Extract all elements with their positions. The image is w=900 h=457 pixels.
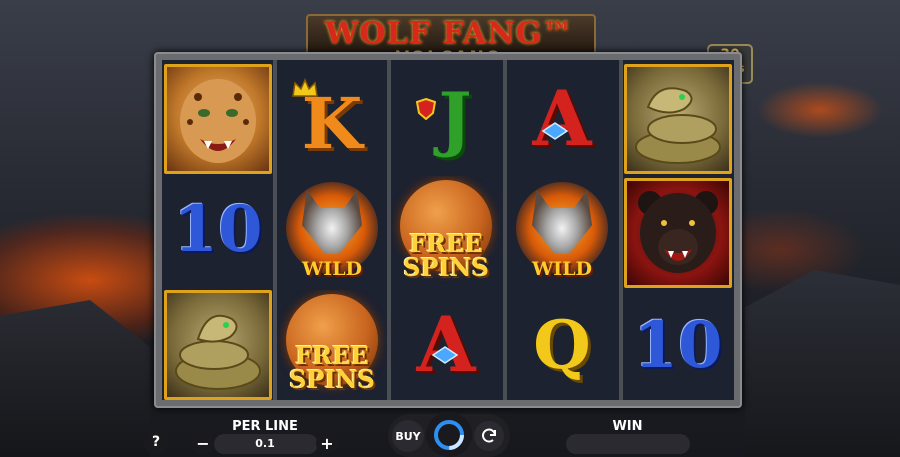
symbol-queen: Q: [508, 290, 616, 400]
symbol-wolf-wild: WILD: [278, 176, 386, 286]
reel-divider: [503, 60, 507, 400]
win-label: WIN: [612, 419, 643, 434]
ten-label: 10: [173, 191, 263, 267]
symbol-ace: A: [392, 290, 500, 400]
minus-icon: −: [196, 433, 210, 453]
symbol-snake: [164, 290, 272, 400]
symbol-king: K: [278, 64, 386, 174]
reel-divider: [619, 60, 623, 400]
help-button[interactable]: ?: [144, 430, 168, 454]
diamond-icon: [432, 346, 458, 364]
reel-divider: [387, 60, 391, 400]
crown-icon: [292, 78, 318, 97]
snake-icon: [635, 87, 721, 164]
diamond-icon: [542, 122, 568, 140]
buy-label: BUY: [395, 429, 421, 443]
win-value-box: [566, 434, 690, 454]
symbol-ace: A: [508, 64, 616, 174]
symbol-wolf-wild: WILD: [508, 176, 616, 286]
autoplay-button[interactable]: [474, 421, 504, 451]
symbol-ten: 10: [164, 174, 272, 284]
symbol-free-spins: FREE SPINS: [278, 290, 386, 400]
increase-bet-button[interactable]: +: [316, 432, 338, 454]
ace-label: A: [532, 74, 592, 163]
symbol-free-spins: FREE SPINS: [392, 176, 500, 286]
spins-label: SPINS: [403, 253, 489, 282]
jack-label: J: [438, 77, 472, 160]
spins-label: SPINS: [289, 365, 375, 394]
bear-icon: [638, 191, 718, 273]
shield-icon: [416, 98, 436, 120]
decrease-bet-button[interactable]: −: [192, 432, 214, 454]
per-line-label: PER LINE: [232, 419, 298, 434]
leopard-icon: [180, 79, 256, 163]
per-line-value: 0.1: [255, 437, 275, 450]
symbol-leopard: [164, 64, 272, 174]
reel-divider: [273, 60, 277, 400]
help-label: ?: [151, 434, 161, 450]
queen-label: Q: [533, 306, 591, 384]
autoplay-icon: [482, 428, 496, 443]
symbol-bear: [624, 178, 732, 288]
ace-label: A: [416, 300, 476, 389]
symbol-snake: [624, 64, 732, 174]
spin-icon: [434, 419, 464, 450]
snake-icon: [175, 314, 261, 390]
ten-label: 10: [633, 307, 723, 383]
spin-button[interactable]: [426, 412, 472, 457]
game-title: WOLF FANG™: [324, 16, 574, 51]
buy-feature-button[interactable]: BUY: [392, 420, 424, 452]
symbol-ten: 10: [624, 290, 732, 400]
wild-label: WILD: [531, 258, 593, 280]
wild-label: WILD: [301, 258, 363, 280]
plus-icon: +: [320, 433, 334, 453]
symbol-jack: J: [392, 64, 500, 174]
king-label: K: [301, 82, 363, 165]
